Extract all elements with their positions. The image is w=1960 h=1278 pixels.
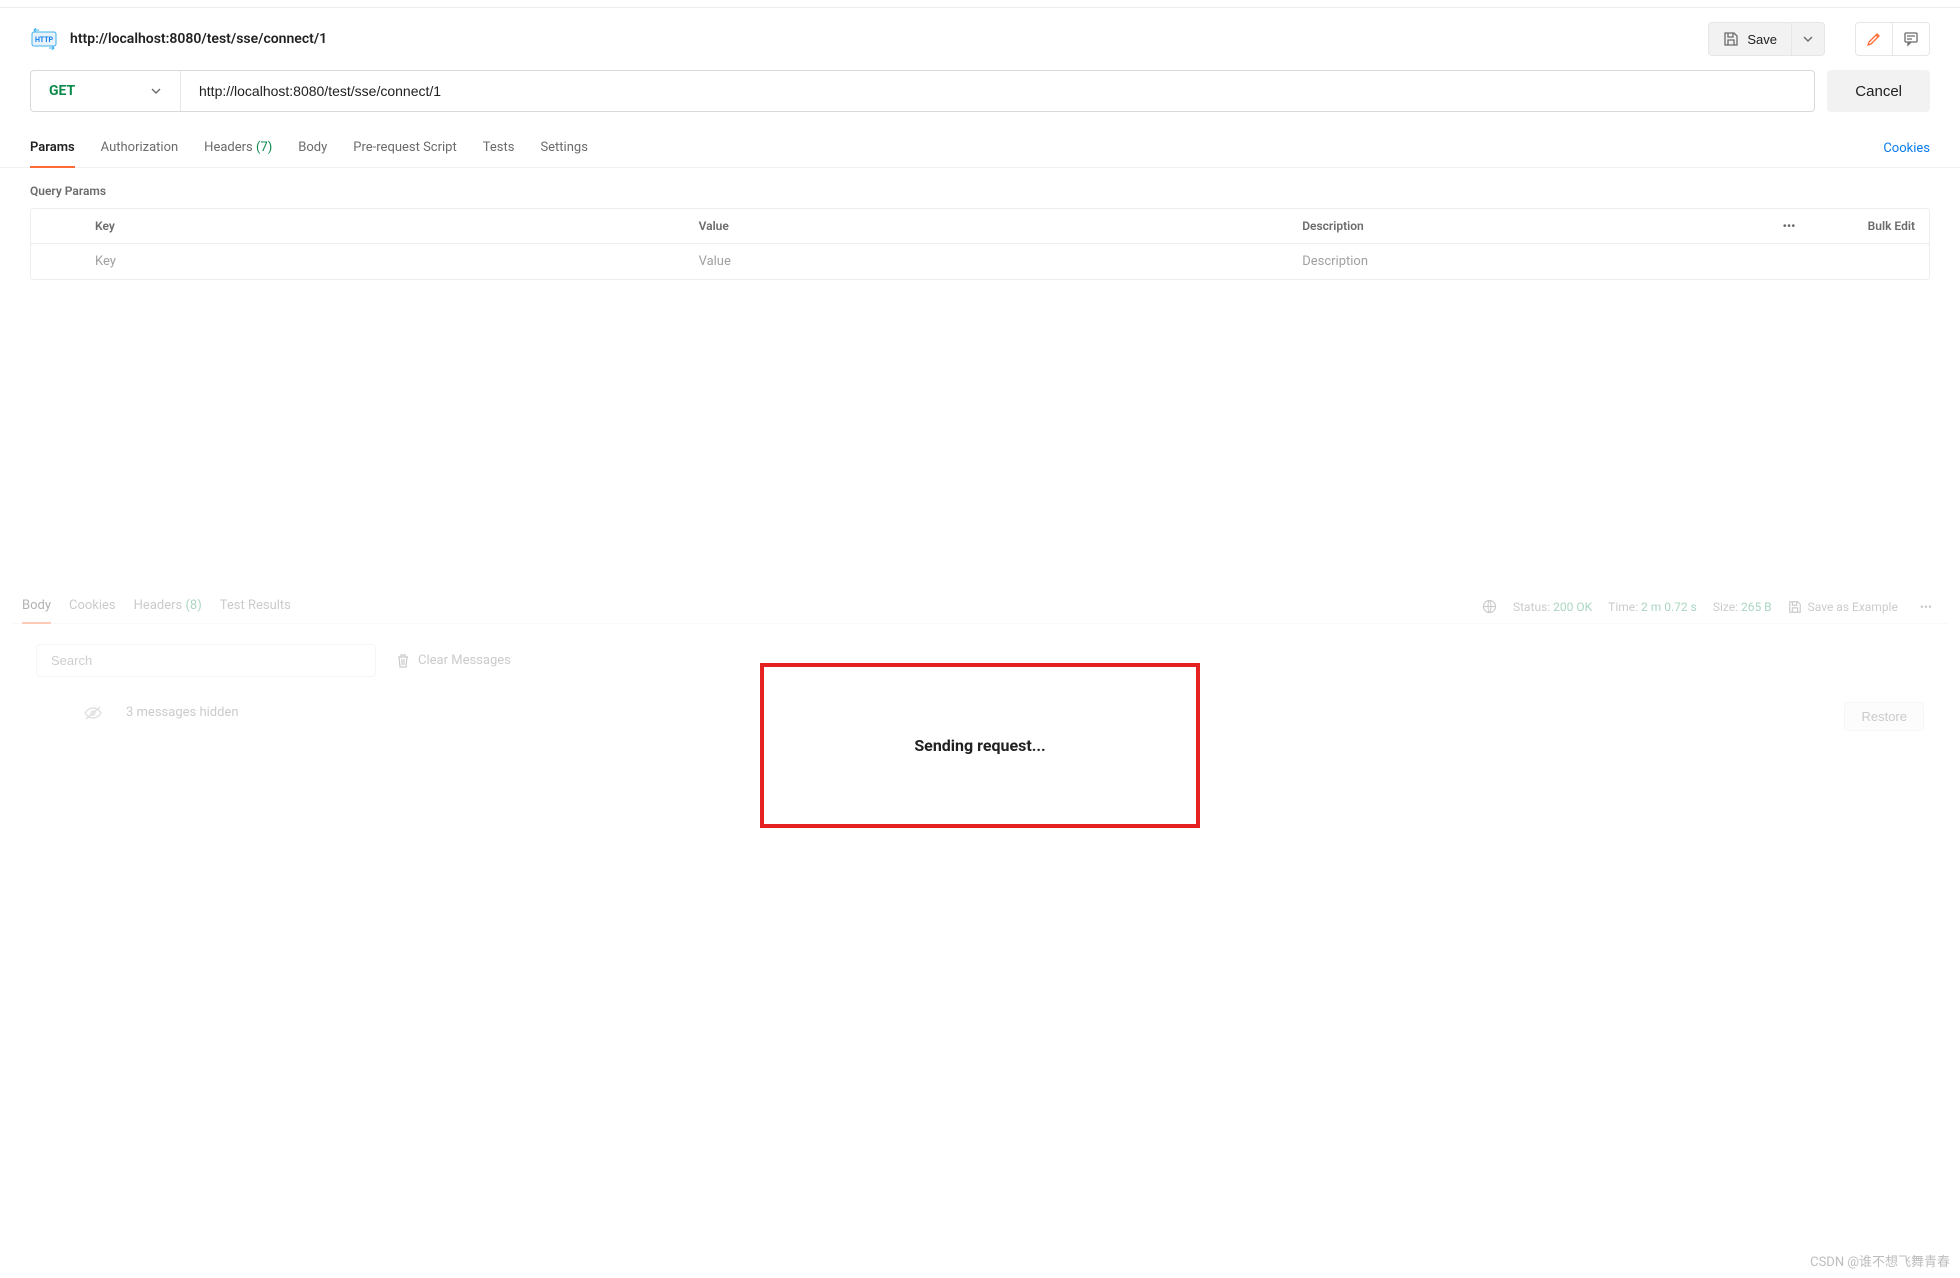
save-button-group: Save — [1708, 22, 1825, 56]
url-box: GET — [30, 70, 1815, 112]
params-row-empty[interactable]: Key Value Description — [31, 244, 1929, 279]
resp-tab-testresults[interactable]: Test Results — [220, 590, 291, 623]
resp-tab-cookies[interactable]: Cookies — [69, 590, 116, 623]
comment-button[interactable] — [1892, 23, 1929, 55]
hidden-messages-text: 3 messages hidden — [126, 705, 239, 720]
save-icon — [1788, 600, 1802, 614]
time-value: 2 m 0.72 s — [1641, 600, 1697, 614]
comment-icon — [1903, 31, 1919, 47]
request-tabs: Params Authorization Headers (7) Body Pr… — [0, 130, 1960, 168]
restore-button[interactable]: Restore — [1844, 702, 1924, 731]
size-label: Size: — [1713, 600, 1738, 614]
save-dropdown[interactable] — [1792, 22, 1825, 56]
http-icon: HTTP — [30, 27, 58, 51]
status-value: 200 OK — [1553, 600, 1592, 614]
param-value-placeholder[interactable]: Value — [685, 244, 1289, 279]
cancel-button[interactable]: Cancel — [1827, 70, 1930, 112]
param-key-placeholder[interactable]: Key — [81, 244, 685, 279]
save-label: Save — [1747, 32, 1777, 47]
pencil-icon — [1866, 31, 1882, 47]
tab-settings[interactable]: Settings — [540, 130, 587, 167]
save-example-label: Save as Example — [1808, 600, 1898, 614]
request-title: http://localhost:8080/test/sse/connect/1 — [70, 31, 327, 47]
col-key: Key — [81, 209, 685, 243]
response-more[interactable]: ••• — [1914, 600, 1938, 614]
tab-authorization[interactable]: Authorization — [101, 130, 179, 167]
resp-tab-body[interactable]: Body — [22, 590, 51, 623]
tab-prerequest[interactable]: Pre-request Script — [353, 130, 456, 167]
time-label: Time: — [1608, 600, 1638, 614]
request-header: HTTP http://localhost:8080/test/sse/conn… — [0, 8, 1960, 70]
col-options[interactable]: ••• — [1759, 209, 1819, 243]
globe-icon — [1482, 599, 1497, 614]
header-icon-group — [1855, 22, 1930, 56]
clear-messages[interactable]: Clear Messages — [396, 653, 511, 668]
save-button[interactable]: Save — [1708, 22, 1792, 56]
search-input[interactable] — [36, 644, 376, 677]
col-value: Value — [685, 209, 1289, 243]
param-desc-placeholder[interactable]: Description — [1288, 244, 1759, 279]
tab-strip — [0, 0, 1960, 8]
tab-headers-count: (7) — [256, 140, 272, 155]
status-label: Status: — [1513, 600, 1550, 614]
size-value: 265 B — [1741, 600, 1772, 614]
resp-tab-headers-count: (8) — [185, 598, 201, 613]
eye-off-icon — [84, 706, 102, 720]
method-select[interactable]: GET — [31, 71, 181, 111]
chevron-down-icon — [1802, 33, 1814, 45]
response-meta: Status: 200 OK Time: 2 m 0.72 s Size: 26… — [1482, 599, 1938, 614]
cookies-link[interactable]: Cookies — [1883, 131, 1930, 166]
save-as-example[interactable]: Save as Example — [1788, 600, 1898, 614]
url-row: GET Cancel — [0, 70, 1960, 130]
bulk-edit-link[interactable]: Bulk Edit — [1819, 209, 1929, 243]
col-description: Description — [1288, 209, 1759, 243]
save-icon — [1723, 31, 1739, 47]
sending-text: Sending request... — [914, 736, 1045, 755]
svg-text:HTTP: HTTP — [35, 36, 54, 44]
watermark: CSDN @谁不想飞舞青春 — [1810, 1251, 1950, 1270]
edit-button[interactable] — [1856, 23, 1892, 55]
sending-overlay: Sending request... — [760, 663, 1200, 828]
resp-tab-headers-label: Headers — [134, 598, 183, 613]
method-label: GET — [49, 83, 75, 99]
tab-body[interactable]: Body — [298, 130, 327, 167]
response-tabs-row: Body Cookies Headers (8) Test Results St… — [12, 590, 1948, 624]
clear-messages-label: Clear Messages — [418, 653, 511, 668]
params-table-header: Key Value Description ••• Bulk Edit — [31, 209, 1929, 244]
tab-params[interactable]: Params — [30, 130, 75, 167]
params-table: Key Value Description ••• Bulk Edit Key … — [30, 208, 1930, 280]
chevron-down-icon — [150, 85, 162, 97]
tab-headers-label: Headers — [204, 140, 253, 155]
trash-icon — [396, 654, 410, 668]
url-input[interactable] — [181, 71, 1814, 111]
tab-headers[interactable]: Headers (7) — [204, 130, 272, 167]
resp-tab-headers[interactable]: Headers (8) — [134, 590, 202, 623]
query-params-title: Query Params — [0, 168, 1960, 208]
tab-tests[interactable]: Tests — [483, 130, 515, 167]
